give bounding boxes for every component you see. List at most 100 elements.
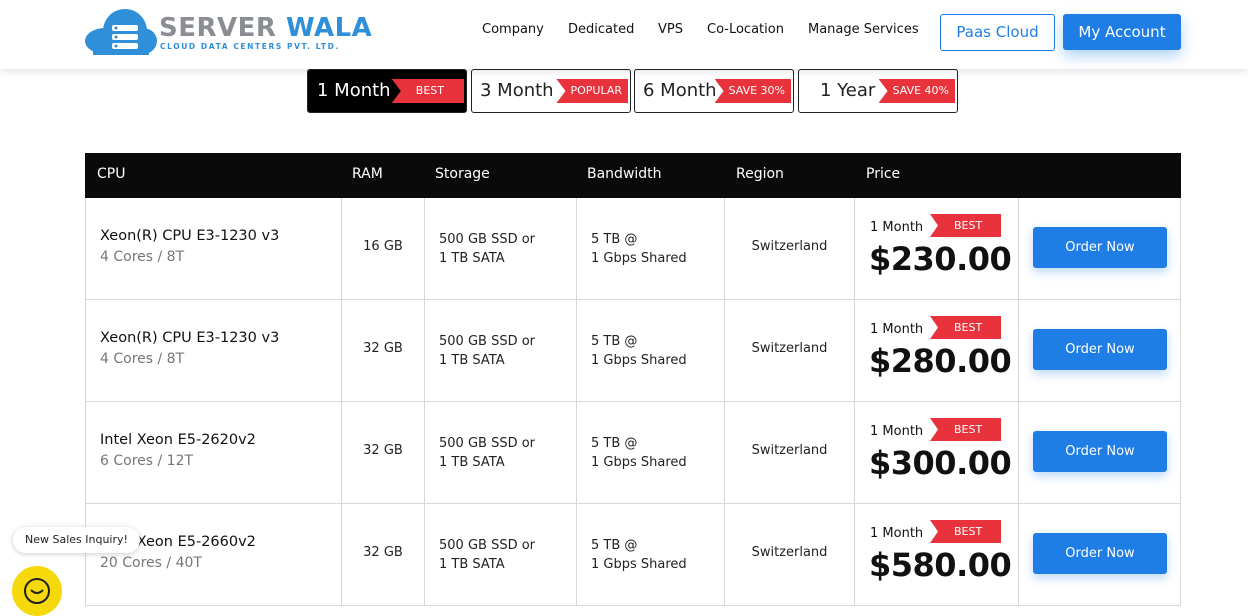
region-cell: Switzerland bbox=[725, 504, 855, 605]
tab-badge: POPULAR bbox=[556, 79, 628, 103]
logo-title: SERVER WALA bbox=[159, 13, 373, 43]
nav-manage-services[interactable]: Manage Services bbox=[808, 22, 919, 37]
order-now-button[interactable]: Order Now bbox=[1033, 329, 1167, 370]
cpu-cell: Xeon(R) CPU E3-1230 v3 4 Cores / 8T bbox=[86, 300, 342, 401]
paas-cloud-button[interactable]: Paas Cloud bbox=[940, 14, 1055, 51]
region-value: Switzerland bbox=[751, 545, 828, 560]
order-now-button[interactable]: Order Now bbox=[1033, 431, 1167, 472]
logo-tagline: CLOUD DATA CENTERS PVT. LTD. bbox=[160, 42, 340, 51]
header-price: Price bbox=[866, 166, 901, 182]
ram-value: 32 GB bbox=[363, 341, 403, 356]
ram-cell: 32 GB bbox=[342, 402, 425, 503]
cpu-cores: 4 Cores / 8T bbox=[100, 351, 185, 367]
cpu-name: Intel Xeon E5-2620v2 bbox=[100, 432, 256, 448]
tab-label: 3 Month bbox=[480, 80, 554, 101]
price-amount: $300.00 bbox=[869, 444, 1012, 482]
storage-cell: 500 GB SSD or 1 TB SATA bbox=[425, 504, 577, 605]
price-amount: $580.00 bbox=[869, 546, 1012, 584]
pricing-table-header: CPU RAM Storage Bandwidth Region Price bbox=[85, 153, 1181, 198]
cpu-name: Xeon(R) CPU E3-1230 v3 bbox=[100, 330, 280, 346]
cpu-name: Xeon(R) CPU E3-1230 v3 bbox=[100, 228, 280, 244]
cpu-cores: 20 Cores / 40T bbox=[100, 555, 202, 571]
region-value: Switzerland bbox=[751, 239, 828, 254]
tab-label: 6 Month bbox=[643, 80, 717, 101]
price-cell: 1 Month BEST $230.00 bbox=[855, 198, 1019, 299]
price-period: 1 Month bbox=[870, 220, 924, 235]
header-bandwidth: Bandwidth bbox=[587, 166, 662, 182]
region-cell: Switzerland bbox=[725, 402, 855, 503]
bandwidth-value: 5 TB @1 Gbps Shared bbox=[591, 334, 687, 368]
storage-cell: 500 GB SSD or 1 TB SATA bbox=[425, 300, 577, 401]
header-storage: Storage bbox=[435, 166, 490, 182]
price-badge: BEST bbox=[930, 214, 1002, 237]
price-amount: $280.00 bbox=[869, 342, 1012, 380]
order-now-button[interactable]: Order Now bbox=[1033, 227, 1167, 268]
price-cell: 1 Month BEST $580.00 bbox=[855, 504, 1019, 605]
nav-dedicated[interactable]: Dedicated bbox=[568, 22, 634, 37]
price-amount: $230.00 bbox=[869, 240, 1012, 278]
price-period: 1 Month bbox=[870, 526, 924, 541]
cpu-cores: 4 Cores / 8T bbox=[100, 249, 185, 265]
chat-icon bbox=[24, 578, 50, 604]
bandwidth-value: 5 TB @1 Gbps Shared bbox=[591, 232, 687, 266]
sales-inquiry-tooltip[interactable]: New Sales Inquiry! bbox=[13, 527, 140, 553]
tab-6-month[interactable]: 6 Month SAVE 30% bbox=[634, 69, 794, 113]
nav-co-location[interactable]: Co-Location bbox=[707, 22, 784, 37]
bandwidth-cell: 5 TB @1 Gbps Shared bbox=[577, 504, 725, 605]
storage-value: 500 GB SSD or 1 TB SATA bbox=[439, 334, 536, 368]
price-badge: BEST bbox=[930, 520, 1002, 543]
ram-cell: 32 GB bbox=[342, 300, 425, 401]
table-row: Intel Xeon E5-2620v2 6 Cores / 12T 32 GB… bbox=[85, 402, 1181, 504]
server-wala-logo[interactable]: SERVER WALA CLOUD DATA CENTERS PVT. LTD. bbox=[85, 9, 372, 55]
my-account-button[interactable]: My Account bbox=[1063, 14, 1181, 50]
nav-company[interactable]: Company bbox=[482, 22, 544, 37]
tab-3-month[interactable]: 3 Month POPULAR bbox=[471, 69, 631, 113]
order-cell: Order Now bbox=[1019, 300, 1180, 401]
bandwidth-value: 5 TB @1 Gbps Shared bbox=[591, 436, 687, 470]
table-row: Xeon(R) CPU E3-1230 v3 4 Cores / 8T 32 G… bbox=[85, 300, 1181, 402]
tab-label: 1 Month bbox=[317, 80, 391, 101]
tab-1-month[interactable]: 1 Month BEST bbox=[307, 69, 467, 113]
bandwidth-cell: 5 TB @1 Gbps Shared bbox=[577, 402, 725, 503]
price-badge: BEST bbox=[930, 316, 1002, 339]
region-value: Switzerland bbox=[751, 443, 828, 458]
tab-label: 1 Year bbox=[820, 80, 876, 101]
chat-widget-button[interactable] bbox=[12, 566, 62, 616]
order-cell: Order Now bbox=[1019, 198, 1180, 299]
tab-1-year[interactable]: 1 Year SAVE 40% bbox=[798, 69, 958, 113]
table-row: Intel Xeon E5-2660v2 20 Cores / 40T 32 G… bbox=[85, 504, 1181, 606]
price-period: 1 Month bbox=[870, 424, 924, 439]
price-period: 1 Month bbox=[870, 322, 924, 337]
storage-value: 500 GB SSD or 1 TB SATA bbox=[439, 538, 536, 572]
site-header: SERVER WALA CLOUD DATA CENTERS PVT. LTD.… bbox=[0, 0, 1248, 69]
order-cell: Order Now bbox=[1019, 504, 1180, 605]
region-cell: Switzerland bbox=[725, 198, 855, 299]
order-now-button[interactable]: Order Now bbox=[1033, 533, 1167, 574]
header-cpu: CPU bbox=[97, 166, 126, 182]
tab-badge: SAVE 30% bbox=[714, 79, 791, 103]
bandwidth-cell: 5 TB @1 Gbps Shared bbox=[577, 300, 725, 401]
price-cell: 1 Month BEST $300.00 bbox=[855, 402, 1019, 503]
bandwidth-value: 5 TB @1 Gbps Shared bbox=[591, 538, 687, 572]
storage-value: 500 GB SSD or 1 TB SATA bbox=[439, 232, 536, 266]
region-cell: Switzerland bbox=[725, 300, 855, 401]
tab-badge: SAVE 40% bbox=[878, 79, 955, 103]
header-region: Region bbox=[736, 166, 784, 182]
cpu-cell: Xeon(R) CPU E3-1230 v3 4 Cores / 8T bbox=[86, 198, 342, 299]
bandwidth-cell: 5 TB @1 Gbps Shared bbox=[577, 198, 725, 299]
cpu-cell: Intel Xeon E5-2620v2 6 Cores / 12T bbox=[86, 402, 342, 503]
cpu-cores: 6 Cores / 12T bbox=[100, 453, 194, 469]
price-cell: 1 Month BEST $280.00 bbox=[855, 300, 1019, 401]
ram-value: 32 GB bbox=[363, 443, 403, 458]
storage-value: 500 GB SSD or 1 TB SATA bbox=[439, 436, 536, 470]
cpu-cell: Intel Xeon E5-2660v2 20 Cores / 40T bbox=[86, 504, 342, 605]
price-badge: BEST bbox=[930, 418, 1002, 441]
ram-cell: 32 GB bbox=[342, 504, 425, 605]
tab-badge: BEST bbox=[391, 79, 464, 103]
nav-vps[interactable]: VPS bbox=[658, 22, 683, 37]
cloud-server-icon bbox=[85, 9, 157, 55]
storage-cell: 500 GB SSD or 1 TB SATA bbox=[425, 402, 577, 503]
ram-value: 32 GB bbox=[363, 545, 403, 560]
header-ram: RAM bbox=[352, 166, 383, 182]
order-cell: Order Now bbox=[1019, 402, 1180, 503]
